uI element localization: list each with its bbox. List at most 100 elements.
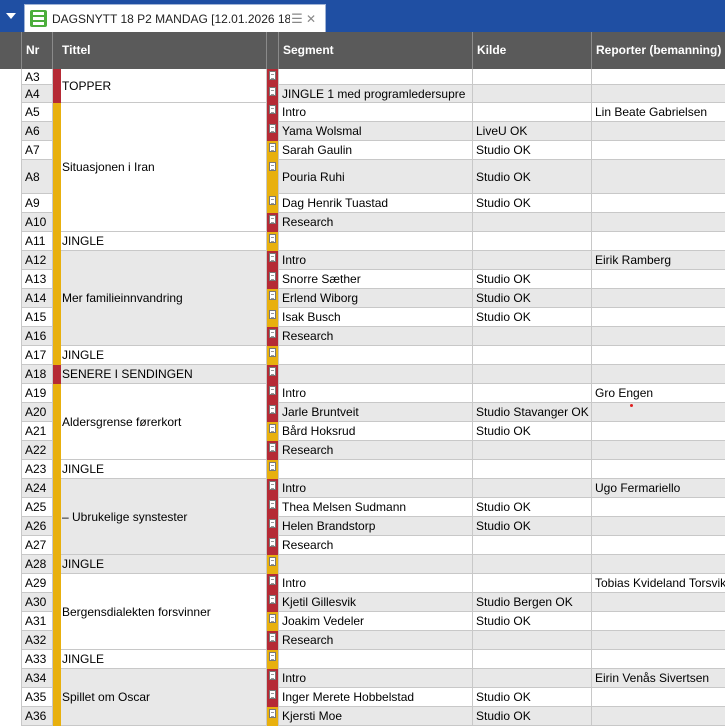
story-group[interactable]: JINGLE: [53, 346, 267, 365]
row-kilde[interactable]: [473, 441, 592, 460]
group-title[interactable]: JINGLE: [61, 555, 267, 574]
row-reporter[interactable]: Eirik Ramberg: [592, 251, 725, 270]
row-segment[interactable]: [279, 232, 473, 251]
row-kilde[interactable]: [473, 669, 592, 688]
document-icon[interactable]: [269, 367, 276, 376]
document-icon[interactable]: [269, 105, 276, 114]
row-reporter[interactable]: [592, 289, 725, 308]
row-segment[interactable]: Intro: [279, 251, 473, 270]
row-kilde[interactable]: [473, 251, 592, 270]
group-title[interactable]: Situasjonen i Iran: [61, 103, 267, 232]
story-group[interactable]: JINGLE: [53, 460, 267, 479]
row-reporter[interactable]: [592, 707, 725, 726]
row-kilde[interactable]: [473, 346, 592, 365]
document-icon[interactable]: [269, 538, 276, 547]
row-gutter[interactable]: [0, 574, 22, 593]
row-reporter[interactable]: [592, 498, 725, 517]
document-icon[interactable]: [269, 709, 276, 718]
document-icon[interactable]: [269, 519, 276, 528]
row-segment[interactable]: Dag Henrik Tuastad: [279, 194, 473, 213]
row-gutter[interactable]: [0, 365, 22, 384]
row-kilde[interactable]: [473, 69, 592, 85]
row-kilde[interactable]: Studio OK: [473, 498, 592, 517]
row-reporter[interactable]: [592, 612, 725, 631]
header-tittel[interactable]: Tittel: [53, 32, 267, 69]
document-icon[interactable]: [269, 576, 276, 585]
row-kilde[interactable]: Studio OK: [473, 308, 592, 327]
row-gutter[interactable]: [0, 422, 22, 441]
row-kilde[interactable]: [473, 650, 592, 669]
story-group[interactable]: Bergensdialekten forsvinner: [53, 574, 267, 650]
document-icon[interactable]: [269, 162, 276, 171]
document-icon[interactable]: [269, 124, 276, 133]
row-kilde[interactable]: Studio OK: [473, 289, 592, 308]
row-segment[interactable]: Sarah Gaulin: [279, 141, 473, 160]
row-segment[interactable]: Bård Hoksrud: [279, 422, 473, 441]
row-segment[interactable]: [279, 650, 473, 669]
row-gutter[interactable]: [0, 536, 22, 555]
row-kilde[interactable]: [473, 365, 592, 384]
document-icon[interactable]: [269, 614, 276, 623]
row-gutter[interactable]: [0, 141, 22, 160]
row-reporter[interactable]: [592, 460, 725, 479]
row-gutter[interactable]: [0, 251, 22, 270]
row-kilde[interactable]: [473, 574, 592, 593]
document-icon[interactable]: [269, 481, 276, 490]
row-kilde[interactable]: Studio OK: [473, 422, 592, 441]
row-segment[interactable]: Intro: [279, 384, 473, 403]
row-reporter[interactable]: [592, 232, 725, 251]
document-icon[interactable]: [269, 405, 276, 414]
story-group[interactable]: JINGLE: [53, 650, 267, 669]
group-title[interactable]: Bergensdialekten forsvinner: [61, 574, 267, 650]
row-gutter[interactable]: [0, 479, 22, 498]
group-title[interactable]: JINGLE: [61, 346, 267, 365]
row-kilde[interactable]: [473, 213, 592, 232]
story-group[interactable]: JINGLE: [53, 555, 267, 574]
group-title[interactable]: JINGLE: [61, 460, 267, 479]
document-icon[interactable]: [269, 71, 276, 80]
row-kilde[interactable]: [473, 460, 592, 479]
row-gutter[interactable]: [0, 232, 22, 251]
row-reporter[interactable]: [592, 327, 725, 346]
row-reporter[interactable]: Gro Engen: [592, 384, 725, 403]
row-gutter[interactable]: [0, 650, 22, 669]
row-segment[interactable]: JINGLE 1 med programledersupre: [279, 85, 473, 103]
group-title[interactable]: Aldersgrense førerkort: [61, 384, 267, 460]
row-segment[interactable]: Snorre Sæther: [279, 270, 473, 289]
row-gutter[interactable]: [0, 498, 22, 517]
document-icon[interactable]: [269, 272, 276, 281]
document-icon[interactable]: [269, 652, 276, 661]
tab-menu-icon[interactable]: ☰: [290, 11, 304, 27]
header-segment[interactable]: Segment: [279, 32, 473, 69]
row-reporter[interactable]: [592, 213, 725, 232]
document-icon[interactable]: [269, 633, 276, 642]
story-group[interactable]: Spillet om Oscar: [53, 669, 267, 726]
row-kilde[interactable]: LiveU OK: [473, 122, 592, 141]
row-segment[interactable]: Jarle Bruntveit: [279, 403, 473, 422]
document-icon[interactable]: [269, 87, 276, 96]
document-icon[interactable]: [269, 329, 276, 338]
row-gutter[interactable]: [0, 403, 22, 422]
row-reporter[interactable]: [592, 517, 725, 536]
row-gutter[interactable]: [0, 612, 22, 631]
group-title[interactable]: Mer familieinnvandring: [61, 251, 267, 346]
row-gutter[interactable]: [0, 122, 22, 141]
row-reporter[interactable]: [592, 346, 725, 365]
row-segment[interactable]: Yama Wolsmal: [279, 122, 473, 141]
row-reporter[interactable]: [592, 85, 725, 103]
document-icon[interactable]: [269, 215, 276, 224]
row-segment[interactable]: [279, 69, 473, 85]
document-icon[interactable]: [269, 234, 276, 243]
row-kilde[interactable]: Studio OK: [473, 688, 592, 707]
row-kilde[interactable]: [473, 631, 592, 650]
row-reporter[interactable]: Eirin Venås Sivertsen: [592, 669, 725, 688]
row-kilde[interactable]: Studio OK: [473, 270, 592, 289]
row-reporter[interactable]: [592, 365, 725, 384]
row-reporter[interactable]: [592, 631, 725, 650]
row-kilde[interactable]: Studio Stavanger OK: [473, 403, 592, 422]
row-kilde[interactable]: [473, 327, 592, 346]
row-reporter[interactable]: [592, 141, 725, 160]
group-title[interactable]: SENERE I SENDINGEN: [61, 365, 267, 384]
group-title[interactable]: Spillet om Oscar: [61, 669, 267, 726]
row-reporter[interactable]: [592, 555, 725, 574]
